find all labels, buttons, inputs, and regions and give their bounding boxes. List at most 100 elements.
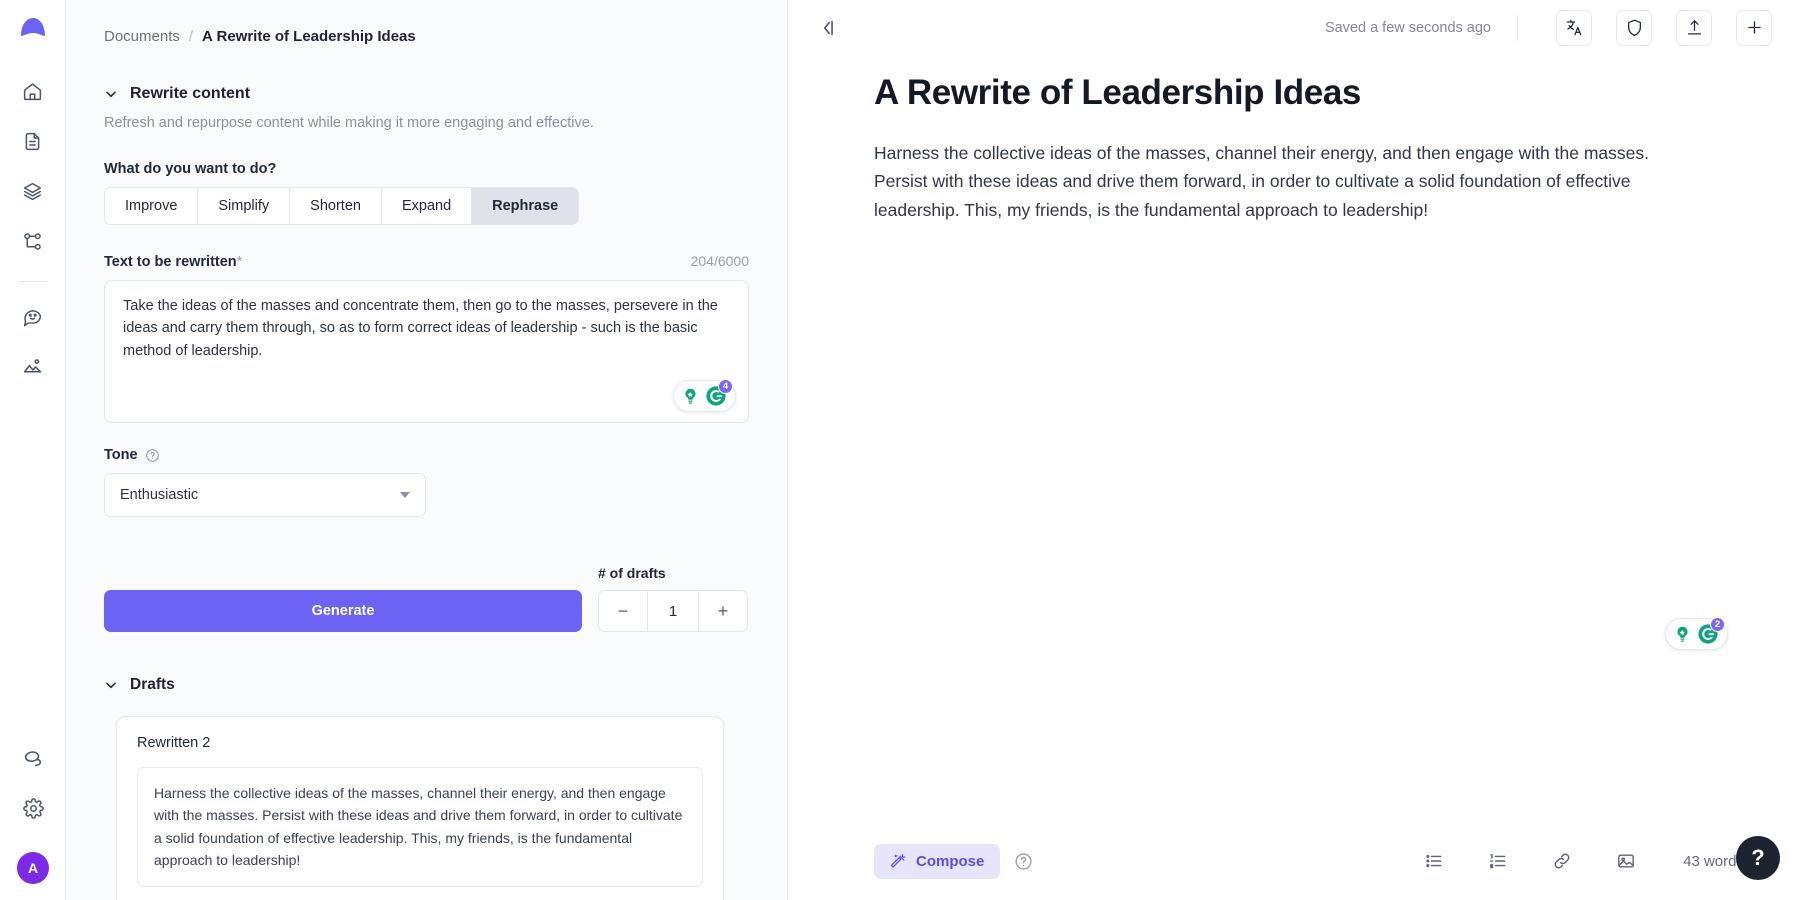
generate-row: Generate # of drafts − 1 + [104, 565, 749, 632]
action-option-shorten[interactable]: Shorten [290, 188, 382, 224]
rail-divider [18, 281, 48, 282]
rewrite-content-section-toggle[interactable]: Rewrite content [104, 85, 749, 103]
grammarly-badge-panel[interactable]: 4 [673, 380, 736, 412]
action-option-simplify[interactable]: Simplify [198, 188, 290, 224]
sidebar-item-workflows[interactable] [13, 221, 53, 261]
section-title: Rewrite content [130, 85, 250, 103]
draft-title: Rewritten 2 [137, 735, 703, 751]
home-icon [22, 81, 43, 102]
tone-selected-value: Enthusiastic [120, 487, 198, 503]
document-paragraph[interactable]: Harness the collective ideas of the mass… [874, 139, 1664, 224]
generate-button[interactable]: Generate [104, 590, 582, 632]
shield-icon [1625, 18, 1644, 37]
chevron-down-icon [104, 678, 118, 692]
back-arrow-icon[interactable] [812, 13, 842, 43]
rail-bottom-group: A [0, 738, 66, 884]
sidebar-item-documents[interactable] [13, 121, 53, 161]
new-document-button[interactable] [1736, 10, 1772, 46]
sidebar-item-templates[interactable] [13, 171, 53, 211]
chat-smile-icon [22, 306, 43, 327]
insert-link-button[interactable] [1545, 846, 1579, 876]
writing-suggestion-bulb-icon [1673, 625, 1692, 644]
action-segmented-control: Improve Simplify Shorten Expand Rephrase [104, 187, 579, 225]
tone-label: Tone [104, 447, 138, 463]
brand-logo-icon[interactable] [18, 14, 48, 49]
tone-label-row: Tone [104, 447, 749, 463]
upload-icon [1685, 18, 1704, 37]
bullet-list-button[interactable] [1417, 846, 1451, 876]
question-circle-icon[interactable] [145, 448, 160, 463]
sidebar-item-chat[interactable] [13, 296, 53, 336]
grammarly-logo-icon: 2 [1697, 623, 1719, 645]
saved-status: Saved a few seconds ago [1325, 20, 1491, 36]
breadcrumb-current: A Rewrite of Leadership Ideas [202, 28, 416, 45]
grammarly-badge-document[interactable]: 2 [1665, 618, 1728, 650]
drafts-increment-button[interactable]: + [699, 591, 747, 631]
drafts-section-toggle[interactable]: Drafts [104, 676, 749, 694]
toolbar-divider [1517, 15, 1518, 41]
layers-icon [22, 181, 43, 202]
drafts-count-value[interactable]: 1 [647, 591, 699, 631]
action-option-improve[interactable]: Improve [105, 188, 198, 224]
magic-wand-icon [890, 853, 907, 870]
numbered-list-button[interactable] [1481, 846, 1515, 876]
action-question-label: What do you want to do? [104, 161, 749, 177]
rewrite-text-input[interactable]: Take the ideas of the masses and concent… [104, 280, 749, 423]
action-option-rephrase[interactable]: Rephrase [472, 188, 578, 224]
tone-select[interactable]: Enthusiastic [104, 473, 426, 517]
image-ai-icon [22, 356, 43, 377]
document-toolbar: Saved a few seconds ago [788, 0, 1800, 55]
draft-card[interactable]: Rewritten 2 Harness the collective ideas… [116, 716, 724, 900]
plugin-icon [22, 747, 44, 769]
chevron-down-icon [400, 492, 410, 498]
link-icon [1552, 851, 1572, 871]
document-area: Saved a few seconds ago [788, 0, 1800, 900]
breadcrumb-separator: / [189, 28, 193, 45]
drafts-count-stepper: − 1 + [598, 590, 748, 632]
compose-button[interactable]: Compose [874, 844, 1000, 879]
help-fab-button[interactable]: ? [1736, 836, 1780, 880]
word-count: 43 words [1683, 853, 1744, 870]
avatar[interactable]: A [17, 852, 49, 884]
bullet-list-icon [1424, 851, 1444, 871]
draft-body: Harness the collective ideas of the mass… [137, 767, 703, 887]
chevron-down-icon [104, 87, 118, 101]
writing-suggestion-bulb-icon [681, 387, 700, 406]
section-description: Refresh and repurpose content while maki… [104, 115, 749, 131]
sidebar-item-settings[interactable] [13, 788, 53, 828]
drafts-decrement-button[interactable]: − [599, 591, 647, 631]
sidebar-item-home[interactable] [13, 71, 53, 111]
grammarly-logo-icon: 4 [705, 385, 727, 407]
image-icon [1616, 851, 1636, 871]
plus-icon [1745, 18, 1764, 37]
grammarly-suggestion-count: 4 [718, 379, 733, 394]
rewrite-text-value: Take the ideas of the masses and concent… [123, 295, 730, 362]
document-icon [22, 131, 43, 152]
breadcrumb: Documents / A Rewrite of Leadership Idea… [104, 28, 749, 45]
sidebar-item-images[interactable] [13, 346, 53, 386]
left-icon-rail: A [0, 0, 66, 900]
translate-button[interactable] [1556, 10, 1592, 46]
insert-image-button[interactable] [1609, 846, 1643, 876]
text-field-label: Text to be rewritten* [104, 254, 242, 270]
document-footer-toolbar: Compose [788, 822, 1800, 900]
translate-icon [1565, 18, 1584, 37]
character-counter: 204/6000 [691, 253, 749, 269]
workflow-icon [22, 231, 43, 252]
grammarly-suggestion-count: 2 [1710, 617, 1725, 632]
document-title[interactable]: A Rewrite of Leadership Ideas [874, 73, 1740, 113]
plagiarism-check-button[interactable] [1616, 10, 1652, 46]
app-root: A Documents / A Rewrite of Leadership Id… [0, 0, 1800, 900]
text-field-label-row: Text to be rewritten* 204/6000 [104, 253, 749, 270]
drafts-title: Drafts [130, 676, 175, 694]
drafts-count-group: # of drafts − 1 + [598, 565, 748, 632]
required-asterisk: * [237, 254, 243, 270]
breadcrumb-documents[interactable]: Documents [104, 28, 180, 45]
sidebar-item-integrations[interactable] [13, 738, 53, 778]
document-body[interactable]: A Rewrite of Leadership Ideas Harness th… [788, 55, 1800, 822]
export-button[interactable] [1676, 10, 1712, 46]
action-option-expand[interactable]: Expand [382, 188, 472, 224]
question-circle-icon[interactable] [1014, 852, 1033, 871]
gear-icon [23, 798, 44, 819]
numbered-list-icon [1488, 851, 1508, 871]
